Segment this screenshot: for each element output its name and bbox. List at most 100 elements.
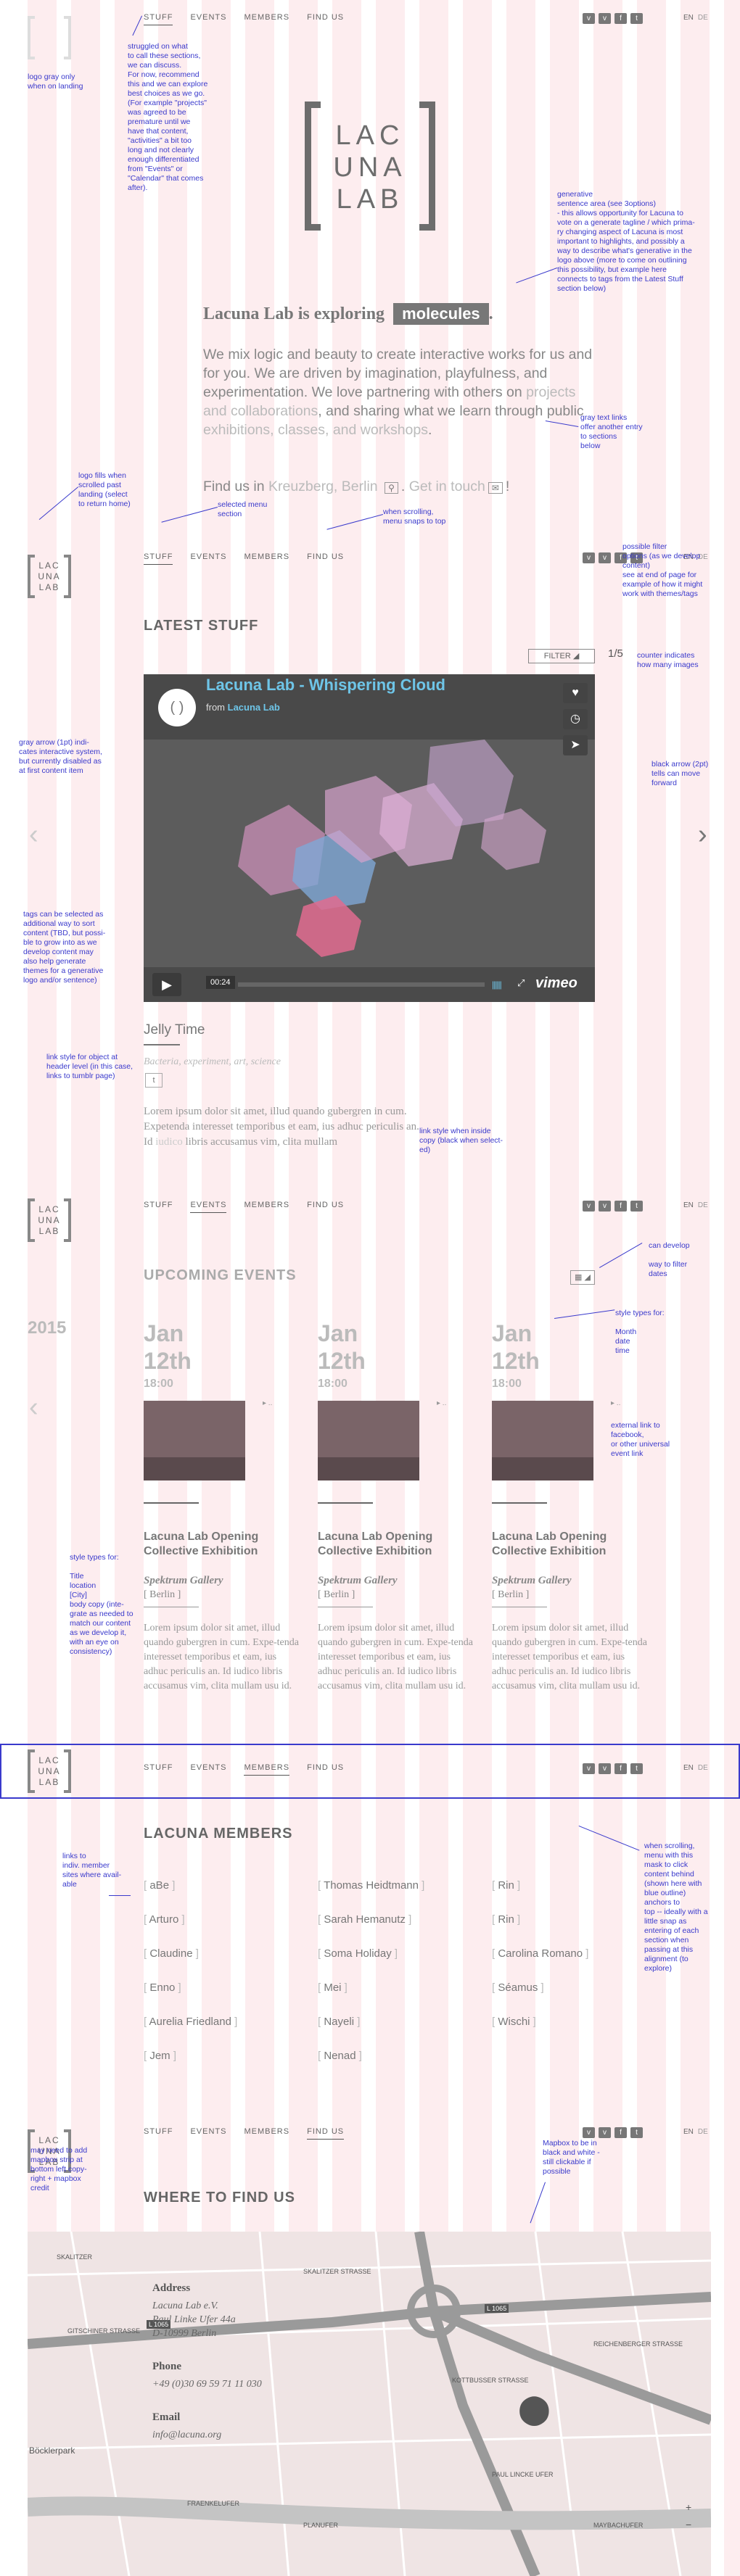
item-title-link[interactable]: Jelly Time bbox=[144, 1022, 205, 1038]
tag-icon[interactable]: t bbox=[145, 1073, 163, 1088]
zoom-out-button[interactable]: − bbox=[686, 2519, 691, 2530]
annotation: when scrolling, menu snaps to top bbox=[383, 508, 446, 526]
header-logo-placeholder[interactable] bbox=[28, 16, 71, 61]
logo-line-1: LAC bbox=[335, 120, 405, 151]
location-pin-icon[interactable]: ⚲ bbox=[385, 482, 398, 494]
lang-de[interactable]: DE bbox=[698, 1201, 708, 1209]
nav-members[interactable]: MEMBERS bbox=[244, 2127, 289, 2140]
nav-members[interactable]: MEMBERS bbox=[244, 1201, 289, 1213]
nav-events[interactable]: EVENTS bbox=[190, 1201, 227, 1213]
lang-en[interactable]: EN bbox=[683, 14, 694, 22]
vine-icon[interactable]: v bbox=[599, 1201, 611, 1212]
member-link[interactable]: [ Sarah Hemanutz ] bbox=[318, 1913, 411, 1926]
member-link[interactable]: [ Wischi ] bbox=[492, 2016, 536, 2028]
facebook-icon[interactable]: f bbox=[614, 2127, 627, 2138]
member-link[interactable]: [ Carolina Romano ] bbox=[492, 1947, 588, 1960]
lang-de[interactable]: DE bbox=[698, 2128, 708, 2136]
channel-avatar[interactable]: ( ) bbox=[158, 689, 196, 726]
nav-members[interactable]: MEMBERS bbox=[244, 13, 289, 25]
vine-icon[interactable]: v bbox=[599, 2127, 611, 2138]
facebook-icon[interactable]: f bbox=[614, 1201, 627, 1212]
event-title[interactable]: Lacuna Lab Opening Collective Exhibition bbox=[318, 1530, 470, 1559]
member-link[interactable]: [ Enno ] bbox=[144, 1981, 181, 1994]
member-link[interactable]: [ Rin ] bbox=[492, 1879, 520, 1892]
zoom-in-button[interactable]: + bbox=[686, 2501, 691, 2513]
vine-icon[interactable]: v bbox=[599, 13, 611, 24]
play-icon[interactable]: ▶ bbox=[152, 973, 181, 996]
map-pin-icon[interactable]: ⬤ bbox=[518, 2393, 551, 2426]
event-image[interactable] bbox=[144, 1401, 245, 1480]
email-link[interactable]: info@lacuna.org bbox=[152, 2428, 262, 2442]
nav-stuff[interactable]: STUFF bbox=[144, 552, 173, 565]
nav-members[interactable]: MEMBERS bbox=[244, 552, 289, 565]
mail-icon[interactable]: ✉ bbox=[488, 482, 503, 494]
findus-location-link[interactable]: Kreuzberg, Berlin bbox=[268, 479, 378, 494]
lang-de[interactable]: DE bbox=[698, 14, 708, 22]
nav-find-us[interactable]: FIND US bbox=[307, 2127, 345, 2140]
filter-dropdown[interactable]: FILTER ◢ bbox=[528, 649, 595, 663]
phone-value[interactable]: +49 (0)30 69 59 71 11 030 bbox=[152, 2377, 262, 2391]
carousel-next-arrow-icon[interactable]: › bbox=[698, 819, 707, 850]
like-heart-icon[interactable]: ♥ bbox=[563, 683, 588, 703]
tumblr-icon[interactable]: t bbox=[630, 13, 643, 24]
member-link[interactable]: [ Nenad ] bbox=[318, 2050, 362, 2062]
lang-en[interactable]: EN bbox=[683, 1201, 694, 1209]
nav-find-us[interactable]: FIND US bbox=[307, 1201, 344, 1213]
vimeo-icon[interactable]: v bbox=[583, 2127, 595, 2138]
nav-events[interactable]: EVENTS bbox=[190, 2127, 226, 2140]
member-link[interactable]: [ Rin ] bbox=[492, 1913, 520, 1926]
tagline-generative-word[interactable]: molecules bbox=[393, 303, 489, 325]
home-logo[interactable]: LAC UNA LAB bbox=[28, 1198, 71, 1243]
map-road-label: L 1065 bbox=[485, 2304, 509, 2313]
fullscreen-icon[interactable]: ⤢ bbox=[517, 977, 525, 989]
member-link[interactable]: [ Thomas Heidtmann ] bbox=[318, 1879, 424, 1892]
item-tags[interactable]: Bacteria, experiment, art, science bbox=[144, 1056, 281, 1068]
lang-en[interactable]: EN bbox=[683, 2128, 694, 2136]
vine-icon[interactable]: v bbox=[599, 552, 611, 563]
vimeo-logo[interactable]: vimeo bbox=[535, 975, 577, 992]
video-title[interactable]: Lacuna Lab - Whispering Cloud bbox=[206, 676, 445, 695]
inline-copy-link[interactable]: iudico bbox=[155, 1136, 183, 1148]
vimeo-icon[interactable]: v bbox=[583, 13, 595, 24]
member-link[interactable]: [ Claudine ] bbox=[144, 1947, 199, 1960]
tumblr-icon[interactable]: t bbox=[630, 2127, 643, 2138]
facebook-icon[interactable]: f bbox=[614, 13, 627, 24]
external-event-link[interactable]: ▸ .. bbox=[611, 1399, 620, 1407]
event-image[interactable] bbox=[318, 1401, 419, 1480]
volume-icon[interactable]: |||||| bbox=[492, 980, 502, 990]
external-event-link[interactable]: ▸ .. bbox=[437, 1399, 446, 1407]
member-link[interactable]: [ Mei ] bbox=[318, 1981, 348, 1994]
video-author-link[interactable]: Lacuna Lab bbox=[228, 702, 280, 713]
nav-events[interactable]: EVENTS bbox=[190, 552, 226, 565]
member-link[interactable]: [ Jem ] bbox=[144, 2050, 176, 2062]
video-player[interactable]: ( ) Lacuna Lab - Whispering Cloud from L… bbox=[144, 674, 595, 1002]
member-link[interactable]: [ aBe ] bbox=[144, 1879, 175, 1892]
member-link[interactable]: [ Soma Holiday ] bbox=[318, 1947, 398, 1960]
nav-stuff[interactable]: STUFF bbox=[144, 2127, 173, 2140]
nav-find-us[interactable]: FIND US bbox=[307, 13, 344, 25]
vimeo-icon[interactable]: v bbox=[583, 552, 595, 563]
tumblr-icon[interactable]: t bbox=[630, 1201, 643, 1212]
video-progress-bar[interactable] bbox=[238, 982, 485, 987]
member-link[interactable]: [ Arturo ] bbox=[144, 1913, 185, 1926]
member-link[interactable]: [ Séamus ] bbox=[492, 1981, 544, 1994]
watch-later-clock-icon[interactable]: ◷ bbox=[563, 709, 588, 729]
member-link[interactable]: [ Aurelia Friedland ] bbox=[144, 2016, 237, 2028]
nav-stuff[interactable]: STUFF bbox=[144, 13, 173, 25]
location-map[interactable]: L 1065 L 1065 GITSCHINER STRASSE SKALITZ… bbox=[28, 2232, 711, 2576]
home-logo[interactable]: LAC UNA LAB bbox=[28, 555, 71, 600]
nav-stuff[interactable]: STUFF bbox=[144, 1201, 173, 1213]
event-image[interactable] bbox=[492, 1401, 593, 1480]
vimeo-icon[interactable]: v bbox=[583, 1201, 595, 1212]
nav-find-us[interactable]: FIND US bbox=[307, 552, 344, 565]
date-filter-calendar-icon[interactable]: ▦ ◢ bbox=[570, 1270, 595, 1285]
get-in-touch-link[interactable]: Get in touch bbox=[409, 479, 485, 494]
intro-link-exhibitions[interactable]: exhibitions, classes, and workshops bbox=[203, 422, 428, 438]
event-title[interactable]: Lacuna Lab Opening Collective Exhibition bbox=[144, 1530, 296, 1559]
annotation: gray text links offer another entry to s… bbox=[580, 413, 643, 450]
nav-events[interactable]: EVENTS bbox=[190, 13, 226, 25]
member-link[interactable]: [ Nayeli ] bbox=[318, 2016, 360, 2028]
share-send-icon[interactable]: ➤ bbox=[563, 735, 588, 755]
external-event-link[interactable]: ▸ .. bbox=[263, 1399, 272, 1407]
event-title[interactable]: Lacuna Lab Opening Collective Exhibition bbox=[492, 1530, 644, 1559]
